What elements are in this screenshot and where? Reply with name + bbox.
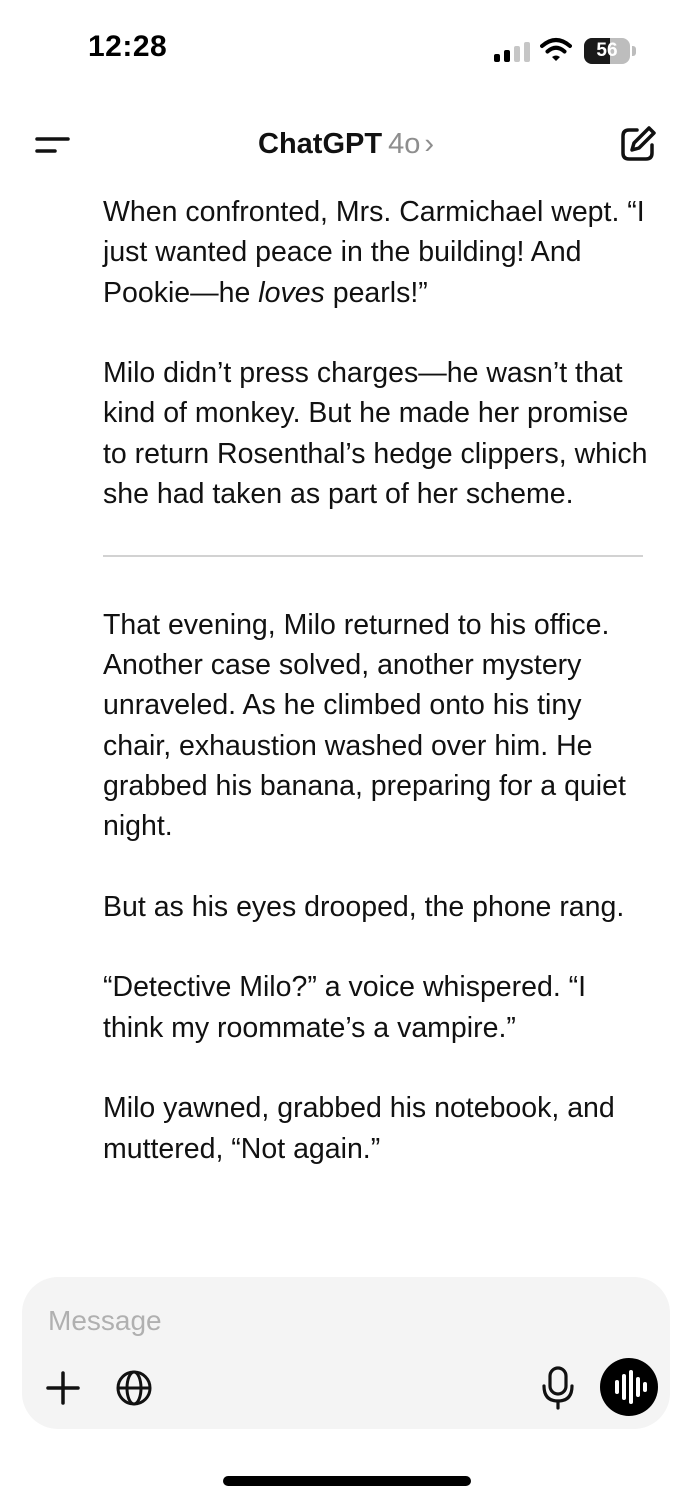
status-bar: 12:28 56 [0,0,692,100]
microphone-icon[interactable] [540,1365,576,1411]
message-paragraph: “Detective Milo?” a voice whispered. “I … [103,971,587,1044]
message-paragraph: When confronted, Mrs. Carmichael wept. “… [103,196,645,309]
plus-icon[interactable] [44,1369,82,1407]
app-title: ChatGPT [258,128,383,160]
home-indicator [223,1476,471,1486]
wifi-icon [540,38,572,61]
model-name: 4o [388,128,421,160]
message-input[interactable] [48,1301,608,1341]
globe-icon[interactable] [114,1368,154,1408]
message-composer [22,1277,670,1429]
model-selector[interactable]: ChatGPT 4o › [0,124,692,164]
chatgpt-screen: 12:28 56 ChatGPT 4o › When confronted, M… [0,0,692,1500]
chevron-right-icon: › [424,128,434,160]
message-paragraph: Milo didn’t press charges—he wasn’t that… [103,357,648,511]
horizontal-divider [103,554,643,557]
voice-mode-button[interactable] [600,1358,658,1416]
cellular-signal-icon [494,40,532,62]
compose-icon[interactable] [618,124,658,164]
message-paragraph: But as his eyes drooped, the phone rang. [103,890,625,923]
assistant-message: When confronted, Mrs. Carmichael wept. “… [103,192,648,1209]
message-paragraph: Milo yawned, grabbed his notebook, and m… [103,1092,615,1165]
battery-icon: 56 [584,38,636,64]
battery-percent: 56 [596,40,618,61]
message-paragraph: That evening, Milo returned to his offic… [103,608,626,843]
chat-header: ChatGPT 4o › [0,110,692,180]
voice-waveform-icon [615,1370,647,1404]
status-time: 12:28 [88,30,168,63]
